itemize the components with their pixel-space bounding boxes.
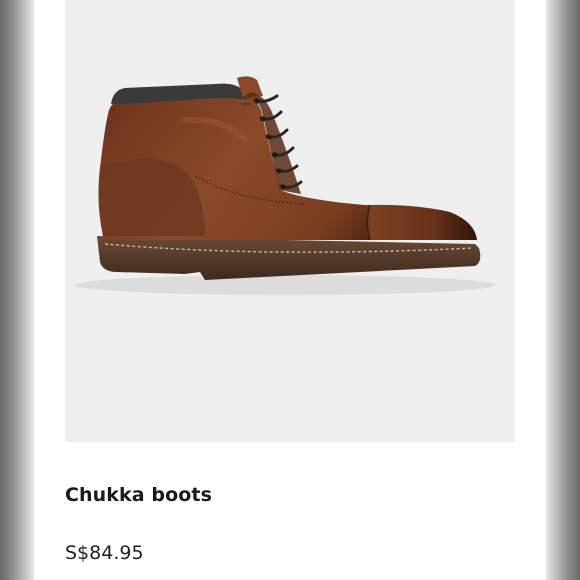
screenshot-frame: Chukka boots S$84.95	[0, 0, 580, 580]
right-blurred-margin	[546, 0, 580, 580]
left-blurred-margin	[0, 0, 34, 580]
boot-sole	[97, 236, 481, 280]
product-price: S$84.95	[65, 542, 144, 564]
product-card[interactable]: Chukka boots S$84.95	[34, 0, 546, 580]
floor-shadow	[75, 275, 495, 295]
product-image[interactable]	[65, 0, 515, 442]
product-name[interactable]: Chukka boots	[65, 484, 212, 506]
toe-cap	[367, 204, 477, 240]
boot-illustration	[75, 76, 495, 295]
